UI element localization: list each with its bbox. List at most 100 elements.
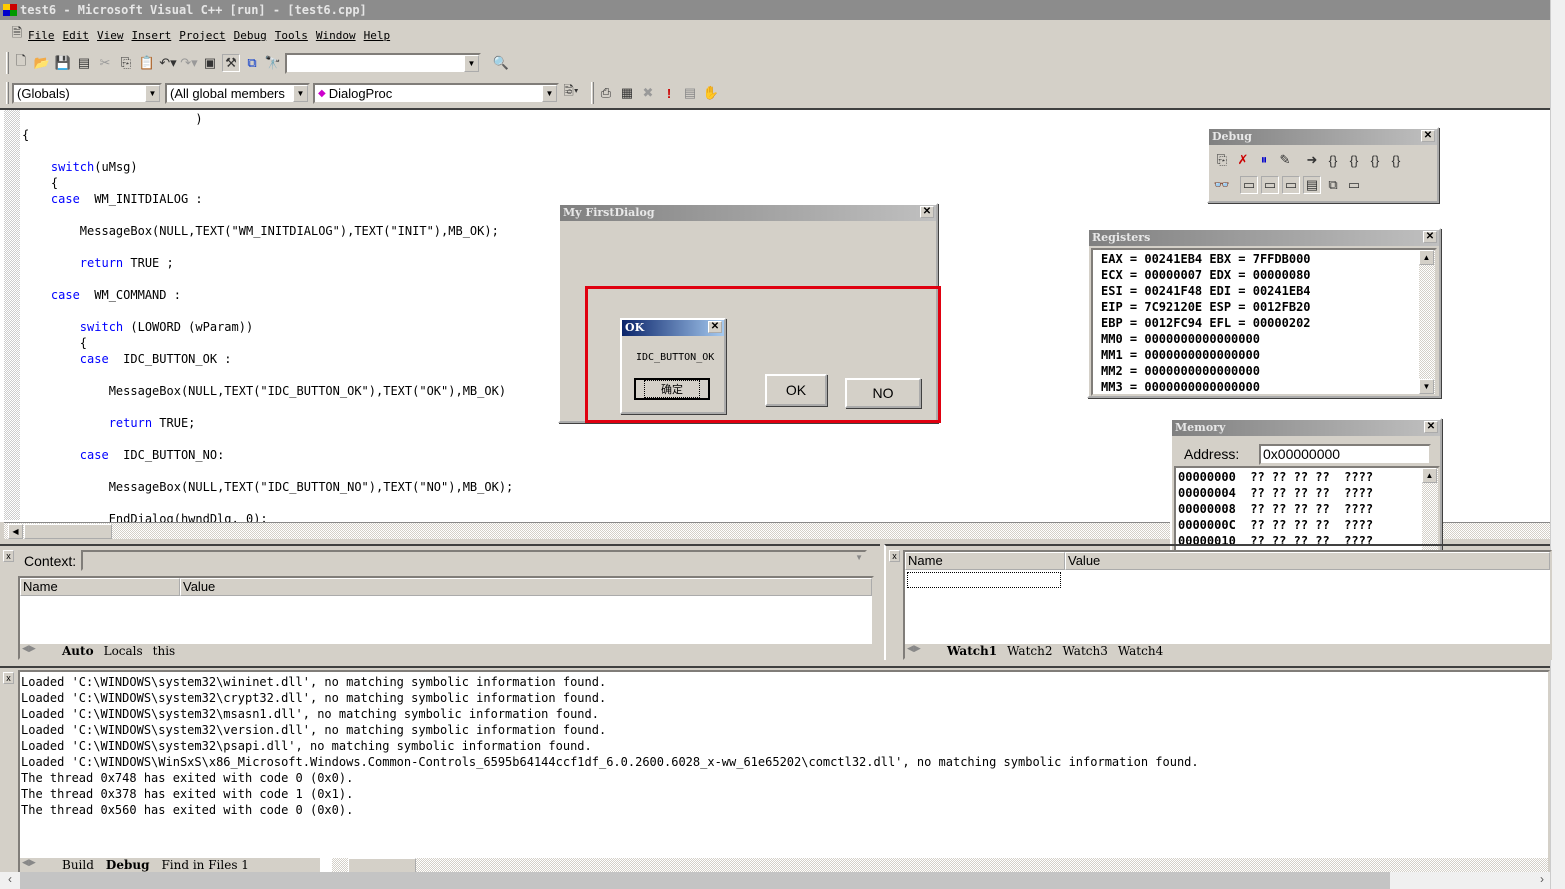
- copy-icon[interactable]: ⎘: [117, 54, 135, 72]
- scroll-right-icon[interactable]: ›: [1390, 872, 1550, 889]
- scroll-thumb[interactable]: [348, 858, 416, 873]
- close-icon[interactable]: ✕: [920, 206, 934, 218]
- watch-window-icon[interactable]: ▭: [1240, 176, 1258, 194]
- redo-icon[interactable]: ↷▾: [180, 54, 198, 72]
- scroll-down-icon[interactable]: ▼: [1419, 379, 1434, 394]
- output-list[interactable]: Loaded 'C:\WINDOWS\system32\wininet.dll'…: [18, 670, 1550, 874]
- stop-debugging-icon[interactable]: ✗: [1234, 151, 1252, 169]
- outer-vertical-scrollbar[interactable]: [1550, 0, 1565, 889]
- address-input[interactable]: 0x00000000: [1259, 444, 1431, 465]
- find-in-files-icon[interactable]: 🔭: [264, 54, 282, 72]
- memory-window-icon[interactable]: ▤: [1303, 176, 1321, 194]
- find-combo[interactable]: ▼: [285, 52, 481, 74]
- build-icon[interactable]: ▦: [618, 84, 636, 102]
- close-icon[interactable]: x: [3, 550, 14, 562]
- column-name[interactable]: Name: [20, 578, 180, 596]
- chevron-down-icon[interactable]: ▼: [542, 84, 557, 102]
- quickwatch-icon[interactable]: 👓: [1213, 176, 1231, 194]
- close-icon[interactable]: ✕: [1423, 231, 1437, 243]
- menu-file[interactable]: File: [28, 29, 55, 42]
- workspace-icon[interactable]: ▣: [201, 54, 219, 72]
- menu-debug[interactable]: Debug: [234, 29, 267, 42]
- tab-1[interactable]: Locals: [104, 644, 143, 659]
- compile-icon[interactable]: ⎙: [597, 84, 615, 102]
- menu-tools[interactable]: Tools: [275, 29, 308, 42]
- cut-icon[interactable]: ✂: [96, 54, 114, 72]
- tab-0[interactable]: Watch1: [947, 644, 997, 659]
- output-horizontal-scrollbar[interactable]: [332, 858, 1548, 873]
- breakpoint-hand-icon[interactable]: ✋: [702, 84, 720, 102]
- apply-code-changes-icon[interactable]: ✎: [1276, 151, 1294, 169]
- tab-scroll-arrows-icon[interactable]: ◀▶: [22, 644, 36, 654]
- tab-1[interactable]: Watch2: [1007, 644, 1052, 659]
- column-name[interactable]: Name: [905, 552, 1065, 570]
- scroll-thumb[interactable]: [24, 524, 112, 539]
- step-into-icon[interactable]: {}: [1324, 151, 1342, 169]
- registers-window-icon[interactable]: ▭: [1282, 176, 1300, 194]
- tab-2[interactable]: Find in Files 1: [161, 858, 248, 873]
- chevron-down-icon[interactable]: ▼: [145, 84, 160, 102]
- chevron-down-icon[interactable]: ▼: [293, 84, 308, 102]
- step-over-icon[interactable]: {}: [1345, 151, 1363, 169]
- undo-icon[interactable]: ↶▾: [159, 54, 177, 72]
- watch-list[interactable]: Name Value ◀▶ Watch1 Watch2 Watch3 Watch4: [903, 550, 1552, 660]
- open-folder-icon[interactable]: 📂: [33, 54, 51, 72]
- save-icon[interactable]: 💾: [54, 54, 72, 72]
- new-text-file-icon[interactable]: 🗋: [12, 53, 30, 72]
- go-icon[interactable]: ▤: [681, 84, 699, 102]
- tab-scroll-arrows-icon[interactable]: ◀▶: [907, 644, 921, 654]
- menu-view[interactable]: View: [97, 29, 124, 42]
- registers-list[interactable]: EAX = 00241EB4 EBX = 7FFDB000 ECX = 00000…: [1091, 248, 1437, 396]
- scroll-left-icon[interactable]: ◀: [8, 524, 23, 539]
- scroll-up-icon[interactable]: ▲: [1419, 250, 1434, 265]
- column-value[interactable]: Value: [1065, 552, 1550, 570]
- tab-0[interactable]: Auto: [62, 644, 94, 659]
- variables-list[interactable]: Name Value ◀▶ Auto Locals this: [18, 576, 874, 660]
- function-combo[interactable]: ◆ DialogProc ▼: [313, 82, 559, 104]
- close-icon[interactable]: x: [3, 672, 14, 684]
- close-icon[interactable]: x: [889, 550, 900, 562]
- chevron-down-icon[interactable]: ▼: [855, 553, 863, 562]
- menu-window[interactable]: Window: [316, 29, 356, 42]
- find-icon[interactable]: 🔍: [492, 54, 510, 72]
- paste-icon[interactable]: 📋: [138, 54, 156, 72]
- members-combo[interactable]: (All global members ▼: [165, 82, 310, 104]
- run-to-cursor-icon[interactable]: {}: [1387, 151, 1405, 169]
- column-value[interactable]: Value: [180, 578, 872, 596]
- watch-new-entry[interactable]: [907, 572, 1061, 588]
- window-list-icon[interactable]: ⧉: [243, 54, 261, 72]
- disassembly-icon[interactable]: ▭: [1345, 176, 1363, 194]
- tab-1[interactable]: Debug: [106, 858, 150, 873]
- outer-horizontal-scrollbar[interactable]: ‹ ›: [0, 872, 1550, 889]
- tab-2[interactable]: this: [153, 644, 176, 659]
- message-box-confirm-button[interactable]: 确定: [634, 378, 710, 400]
- close-icon[interactable]: ✕: [1424, 421, 1438, 433]
- stop-build-icon[interactable]: ✖: [639, 84, 657, 102]
- execute-icon[interactable]: !: [660, 84, 678, 102]
- scope-combo[interactable]: (Globals) ▼: [12, 82, 162, 104]
- menu-insert[interactable]: Insert: [132, 29, 172, 42]
- tab-0[interactable]: Build: [62, 858, 94, 873]
- menu-edit[interactable]: Edit: [63, 29, 90, 42]
- tab-scroll-arrows-icon[interactable]: ◀▶: [22, 858, 36, 868]
- scroll-left-icon[interactable]: ‹: [0, 872, 20, 889]
- context-combo[interactable]: ▼: [81, 550, 867, 571]
- tab-3[interactable]: Watch4: [1118, 644, 1163, 659]
- menu-project[interactable]: Project: [179, 29, 225, 42]
- close-icon[interactable]: ✕: [708, 321, 722, 333]
- tab-2[interactable]: Watch3: [1063, 644, 1108, 659]
- output-window-icon[interactable]: ⚒: [222, 54, 240, 72]
- variables-window-icon[interactable]: ▭: [1261, 176, 1279, 194]
- show-next-statement-icon[interactable]: ➜: [1303, 151, 1321, 169]
- step-out-icon[interactable]: {}: [1366, 151, 1384, 169]
- break-execution-icon[interactable]: ⏸: [1255, 151, 1273, 169]
- chevron-down-icon[interactable]: ▼: [464, 54, 479, 72]
- restart-icon[interactable]: ⎘: [1213, 151, 1231, 169]
- wizardbar-actions-icon[interactable]: 🗟▾: [562, 83, 580, 102]
- registers-scrollbar[interactable]: ▲ ▼: [1419, 250, 1435, 394]
- menu-help[interactable]: Help: [364, 29, 391, 42]
- close-icon[interactable]: ✕: [1421, 130, 1435, 142]
- scroll-up-icon[interactable]: ▲: [1422, 468, 1437, 483]
- call-stack-icon[interactable]: ⧉: [1324, 176, 1342, 194]
- save-all-icon[interactable]: ▤: [75, 54, 93, 72]
